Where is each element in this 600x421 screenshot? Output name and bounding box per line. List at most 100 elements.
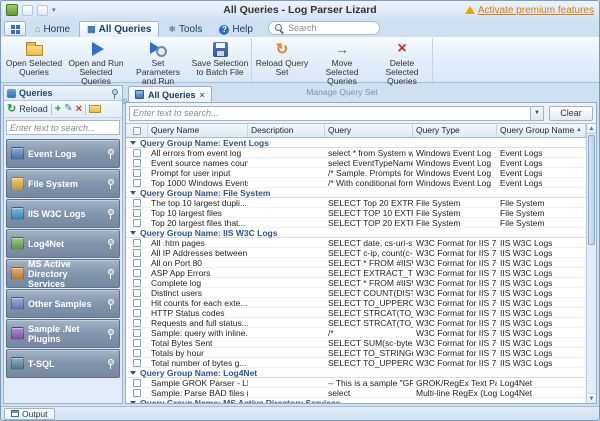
row-checkbox[interactable]	[133, 309, 141, 317]
table-row[interactable]: Hit counts for each exte...SELECT TO_UPP…	[126, 298, 586, 308]
table-row[interactable]: All errors from event logselect * from S…	[126, 148, 586, 158]
table-row[interactable]: Sample: query with inline.../*W3C Format…	[126, 328, 586, 338]
pin-icon[interactable]	[107, 328, 115, 339]
row-checkbox[interactable]	[133, 269, 141, 277]
table-row[interactable]: HTTP Status codesSELECT STRCAT(TO_ST...W…	[126, 308, 586, 318]
row-checkbox[interactable]	[133, 299, 141, 307]
row-checkbox[interactable]	[133, 239, 141, 247]
table-row[interactable]: Top 10 largest filesSELECT TOP 10 EXTR..…	[126, 208, 586, 218]
sidebar-search-input[interactable]: Enter text to search...	[6, 120, 120, 135]
table-row[interactable]: Totals by hourSELECT TO_STRING(T...W3C F…	[126, 348, 586, 358]
row-checkbox[interactable]	[133, 339, 141, 347]
clear-button[interactable]: Clear	[549, 106, 593, 121]
close-tab-icon[interactable]: ×	[200, 90, 205, 100]
pin-icon[interactable]	[107, 148, 115, 159]
table-row[interactable]: Top 1000 Windows Events/* With condition…	[126, 178, 586, 188]
row-checkbox[interactable]	[133, 199, 141, 207]
scrollbar-thumb[interactable]	[588, 135, 595, 245]
row-checkbox[interactable]	[133, 289, 141, 297]
column-header-query[interactable]: Query	[325, 124, 413, 137]
delete-group-button[interactable]: ×	[76, 104, 82, 115]
table-row[interactable]: ASP App ErrorsSELECT EXTRACT_TOKE...W3C …	[126, 268, 586, 278]
table-row[interactable]: Sample: Parse BAD files (...selectMulti-…	[126, 388, 586, 398]
vertical-scrollbar[interactable]: ▲ ▼	[586, 123, 596, 403]
table-row[interactable]: Total Bytes SentSELECT SUM(sc-bytes) A..…	[126, 338, 586, 348]
table-row[interactable]: Top 20 largest files that...SELECT TOP 2…	[126, 218, 586, 228]
table-row[interactable]: Total number of bytes g...SELECT TO_UPPE…	[126, 358, 586, 368]
table-row[interactable]: All IP Addresses between...SELECT c-ip, …	[126, 248, 586, 258]
ribbon-tab-tools[interactable]: ✱Tools	[160, 21, 210, 37]
pin-icon[interactable]	[107, 268, 115, 279]
column-header-query-type[interactable]: Query Type	[413, 124, 497, 137]
row-checkbox[interactable]	[133, 359, 141, 367]
table-row[interactable]: All on Port 80SELECT * FROM #IISW3...W3C…	[126, 258, 586, 268]
activate-premium-link[interactable]: Activate premium features	[465, 5, 594, 16]
output-tab[interactable]: Output	[4, 408, 55, 420]
sidebar-item-file-system[interactable]: File System	[6, 169, 120, 198]
sidebar-item-ms-active-directory-services[interactable]: MS Active Directory Services	[6, 259, 120, 288]
combo-dropdown-button[interactable]: ▼	[530, 107, 543, 120]
row-checkbox[interactable]	[133, 219, 141, 227]
group-row[interactable]: Query Group Name: MS Active Directory Se…	[126, 398, 586, 403]
pin-icon[interactable]	[107, 358, 115, 369]
move-selected-queries-button[interactable]: →Move Selected Queries	[312, 38, 372, 86]
row-checkbox[interactable]	[133, 349, 141, 357]
row-checkbox[interactable]	[133, 179, 141, 187]
row-checkbox[interactable]	[133, 379, 141, 387]
ribbon-search-box[interactable]: Search	[268, 21, 380, 35]
application-menu-button[interactable]	[4, 21, 26, 36]
grid-search-combo[interactable]: Enter text to search... ▼	[129, 106, 544, 121]
table-row[interactable]: Prompt for user input/* Sample. Prompts …	[126, 168, 586, 178]
reload-query-set-button[interactable]: ↻Reload Query Set	[252, 38, 312, 86]
open-folder-button[interactable]	[89, 105, 101, 113]
group-row[interactable]: Query Group Name: Event Logs	[126, 138, 586, 148]
add-group-button[interactable]: +	[55, 104, 61, 115]
ribbon-tab-home[interactable]: ⌂Home	[27, 21, 78, 37]
table-row[interactable]: All .htm pagesSELECT date, cs-uri-stemW3…	[126, 238, 586, 248]
sidebar-item-t-sql[interactable]: T-SQL	[6, 349, 120, 378]
column-header-description[interactable]: Description	[248, 124, 325, 137]
pin-icon[interactable]	[107, 178, 115, 189]
edit-group-button[interactable]: ✎	[64, 104, 72, 114]
column-header-query-group-name[interactable]: Query Group Name ▲	[497, 124, 586, 137]
row-checkbox[interactable]	[133, 389, 141, 397]
sidebar-item-other-samples[interactable]: Other Samples	[6, 289, 120, 318]
quick-access-dropdown-icon[interactable]: ▾	[52, 6, 56, 14]
pin-icon[interactable]	[107, 298, 115, 309]
ribbon-tab-help[interactable]: ?Help	[211, 21, 261, 37]
sidebar-item-event-logs[interactable]: Event Logs	[6, 139, 120, 168]
sidebar-item-iis-w3c-logs[interactable]: IIS W3C Logs	[6, 199, 120, 228]
table-row[interactable]: The top 10 largest dupli...SELECT Top 20…	[126, 198, 586, 208]
group-row[interactable]: Query Group Name: IIS W3C Logs	[126, 228, 586, 238]
reload-button[interactable]: ↻ Reload	[7, 104, 48, 115]
sidebar-item-sample-net-plugins[interactable]: Sample .Net Plugins	[6, 319, 120, 348]
table-row[interactable]: Sample GROK Parser - LP...-- This is a s…	[126, 378, 586, 388]
sidebar-item-log4net[interactable]: Log4Net	[6, 229, 120, 258]
pin-icon[interactable]	[107, 208, 115, 219]
row-checkbox[interactable]	[133, 169, 141, 177]
row-checkbox[interactable]	[133, 149, 141, 157]
ribbon-tab-all-queries[interactable]: ▦All Queries	[79, 21, 159, 37]
group-row[interactable]: Query Group Name: Log4Net	[126, 368, 586, 378]
scroll-down-icon[interactable]: ▼	[587, 393, 596, 403]
quick-access-button-2[interactable]	[37, 5, 48, 16]
row-checkbox[interactable]	[133, 259, 141, 267]
row-checkbox[interactable]	[133, 279, 141, 287]
table-row[interactable]: Event source names countselect EventType…	[126, 158, 586, 168]
select-all-checkbox[interactable]	[133, 127, 141, 135]
column-header-query-name[interactable]: Query Name	[148, 124, 248, 137]
group-row[interactable]: Query Group Name: File System	[126, 188, 586, 198]
row-checkbox[interactable]	[133, 209, 141, 217]
table-row[interactable]: Complete logSELECT * FROM #IISW...W3C Fo…	[126, 278, 586, 288]
pin-icon[interactable]	[107, 238, 115, 249]
row-checkbox[interactable]	[133, 159, 141, 167]
tab-all-queries[interactable]: All Queries ×	[128, 86, 212, 102]
row-checkbox[interactable]	[133, 319, 141, 327]
row-checkbox[interactable]	[133, 329, 141, 337]
table-row[interactable]: Distinct usersSELECT COUNT(DISTINC...W3C…	[126, 288, 586, 298]
quick-access-button-1[interactable]	[22, 5, 33, 16]
delete-selected-queries-button[interactable]: ×Delete Selected Queries	[372, 38, 432, 86]
pin-icon[interactable]	[111, 88, 119, 99]
row-checkbox[interactable]	[133, 249, 141, 257]
scroll-up-icon[interactable]: ▲	[587, 124, 596, 134]
